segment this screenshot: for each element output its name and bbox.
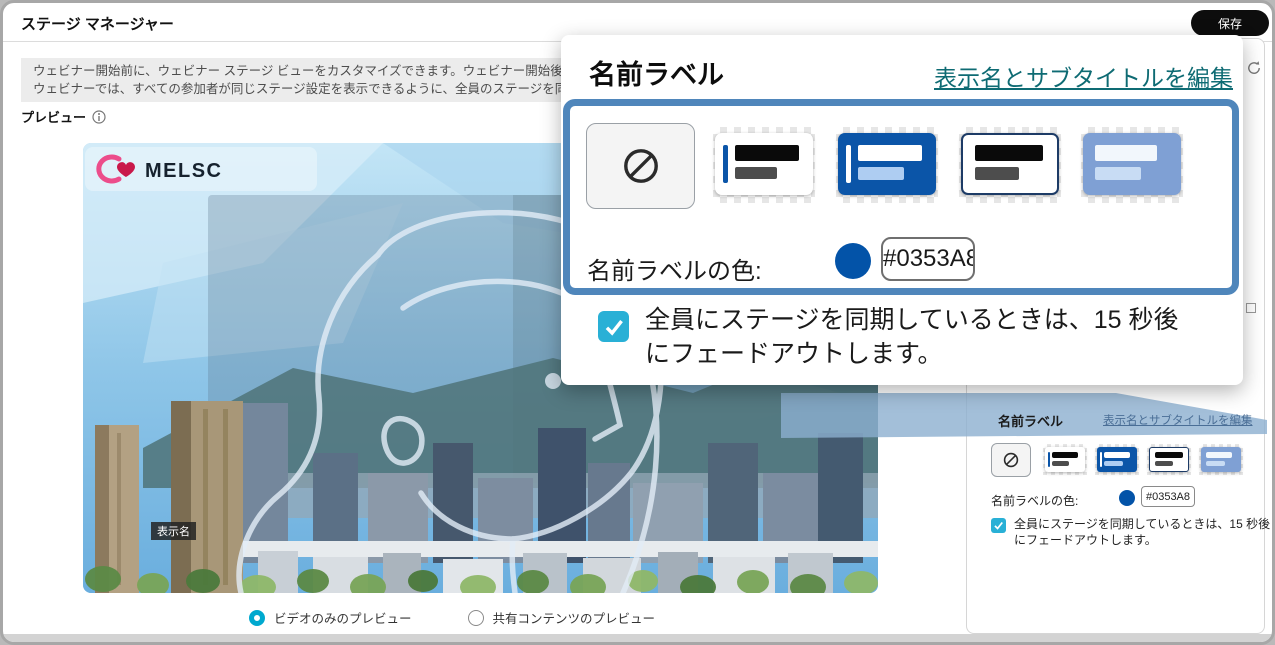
- sidebar-edit-display-name-link[interactable]: 表示名とサブタイトルを編集: [1103, 412, 1251, 428]
- sidebar-partial-checkbox[interactable]: [1246, 303, 1256, 313]
- popup-edit-display-name-link[interactable]: 表示名とサブタイトルを編集: [934, 59, 1233, 93]
- name-label-popup: 名前ラベル 表示名とサブタイトルを編集: [561, 35, 1243, 385]
- popup-color-swatch[interactable]: [835, 243, 871, 279]
- preview-mode-radios: ビデオのみのプレビュー 共有コンテンツのプレビュー: [249, 608, 655, 627]
- sidebar-color-swatch[interactable]: [1119, 490, 1135, 506]
- sidebar-label-style-white-accent-bar[interactable]: [1043, 444, 1087, 475]
- sidebar-sync-fadeout-text: 全員にステージを同期しているときは、15 秒後 にフェードアウトします。: [1014, 516, 1270, 548]
- sidebar-label-style-white-outline[interactable]: [1147, 444, 1191, 475]
- radio-shared-content[interactable]: 共有コンテンツのプレビュー: [468, 608, 656, 627]
- no-label-icon: [622, 147, 660, 185]
- refresh-icon[interactable]: [1246, 60, 1262, 76]
- popup-label-style-white-outline[interactable]: [959, 127, 1061, 203]
- sidebar-label-style-translucent-blue[interactable]: [1199, 444, 1243, 475]
- radio-video-only[interactable]: ビデオのみのプレビュー: [249, 608, 412, 627]
- check-icon: [603, 316, 625, 338]
- melsc-logo-text: MELSC: [145, 160, 223, 182]
- stage-manager-window: ステージ マネージャー 保存 ウェビナー開始前に、ウェビナー ステージ ビューを…: [0, 0, 1275, 645]
- preview-section-header: プレビュー: [21, 107, 106, 126]
- popup-label-style-none[interactable]: [586, 123, 695, 209]
- check-icon: [993, 520, 1004, 531]
- sidebar-color-label: 名前ラベルの色:: [991, 492, 1078, 509]
- display-name-tag: 表示名: [151, 522, 196, 540]
- info-icon[interactable]: [92, 110, 106, 124]
- radio-video-only-label: ビデオのみのプレビュー: [274, 608, 412, 627]
- popup-sync-fadeout-text: 全員にステージを同期しているときは、15 秒後 にフェードアウトします。: [645, 303, 1179, 371]
- popup-color-hex-input[interactable]: [881, 237, 975, 281]
- page-title: ステージ マネージャー: [21, 13, 174, 34]
- preview-label: プレビュー: [21, 107, 86, 126]
- sidebar-label-style-none[interactable]: [991, 443, 1031, 477]
- window-bottom-strip: [3, 634, 1272, 645]
- sidebar-color-hex-input[interactable]: [1141, 486, 1195, 507]
- no-label-icon: [1003, 452, 1019, 468]
- radio-unselected-icon[interactable]: [468, 610, 484, 626]
- save-button[interactable]: 保存: [1191, 10, 1269, 36]
- sidebar-sync-fadeout-checkbox[interactable]: [991, 518, 1006, 533]
- radio-selected-icon[interactable]: [249, 610, 265, 626]
- popup-name-label-title: 名前ラベル: [589, 53, 724, 92]
- popup-label-style-white-accent-bar[interactable]: [713, 127, 815, 203]
- popup-color-label: 名前ラベルの色:: [587, 251, 762, 286]
- popup-label-style-translucent-blue[interactable]: [1081, 127, 1183, 203]
- popup-label-style-solid-blue[interactable]: [836, 127, 938, 203]
- radio-shared-content-label: 共有コンテンツのプレビュー: [493, 608, 656, 627]
- sidebar-label-style-solid-blue[interactable]: [1095, 444, 1139, 475]
- sidebar-name-label-title: 名前ラベル: [998, 411, 1063, 430]
- popup-sync-fadeout-checkbox[interactable]: [598, 311, 629, 342]
